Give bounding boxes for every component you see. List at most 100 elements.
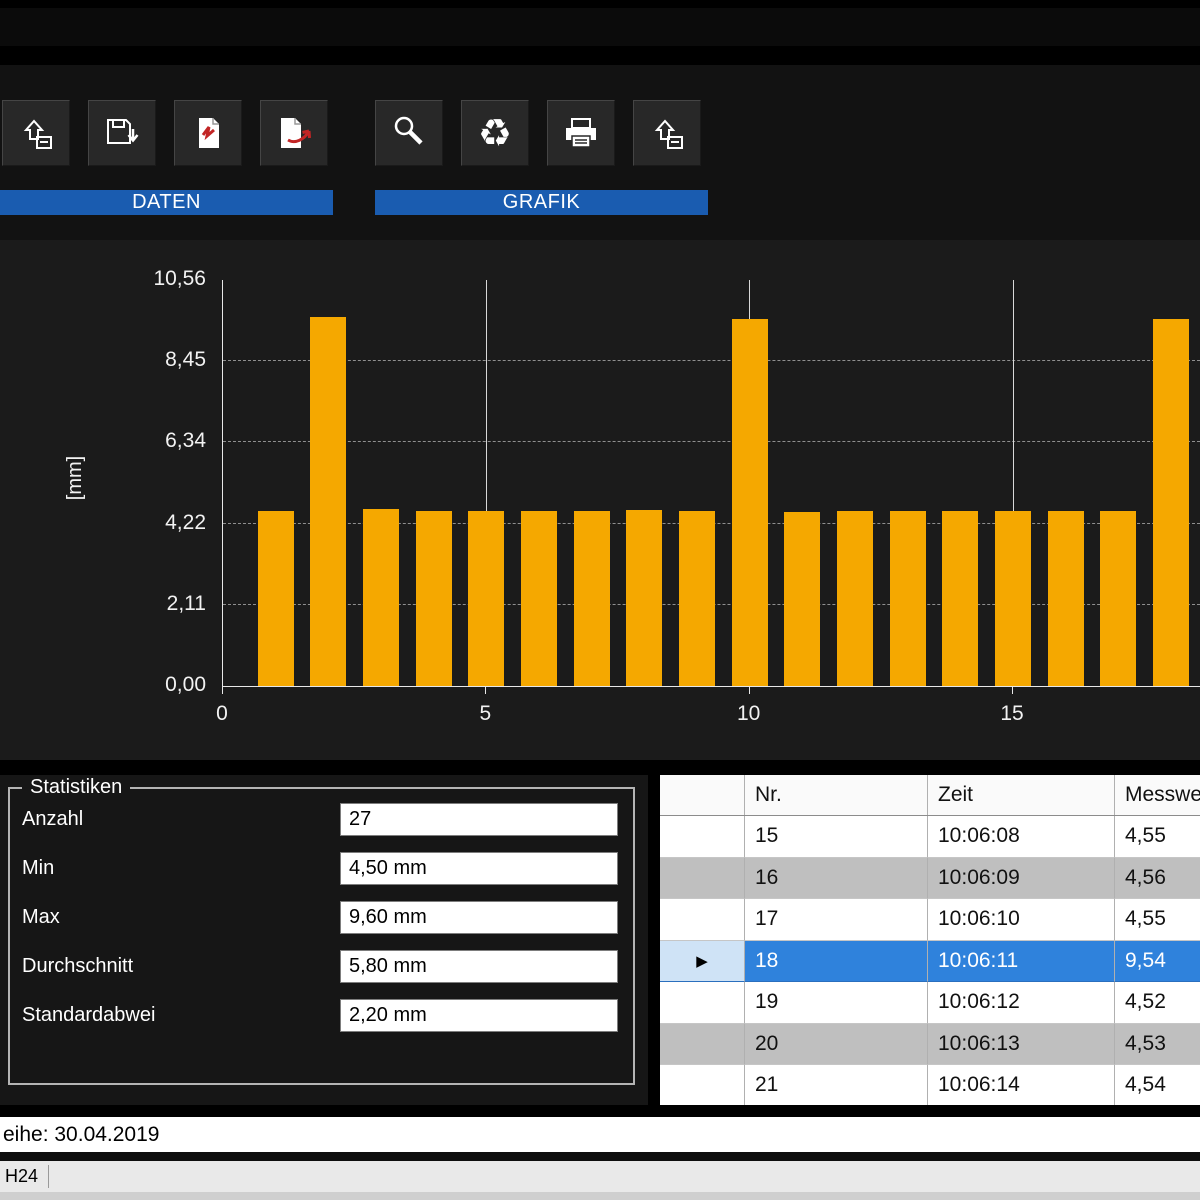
import-icon	[15, 113, 57, 153]
column-header-zeit[interactable]: Zeit	[928, 775, 1115, 815]
import-button[interactable]	[2, 100, 70, 166]
x-tick-mark	[222, 687, 223, 694]
bottom-status-bar: H24	[0, 1161, 1200, 1192]
window-bottom-edge	[0, 1192, 1200, 1200]
table-row-18[interactable]: ▶1810:06:119,54	[660, 941, 1200, 983]
y-axis-labels: 0,002,114,226,348,4510,56	[96, 280, 206, 686]
table-cell: 4,53	[1115, 1024, 1200, 1066]
table-cell: 4,56	[1115, 858, 1200, 900]
chart-bar-9	[679, 511, 715, 686]
stat-value-input[interactable]	[340, 901, 618, 934]
magnifier-icon	[388, 112, 430, 154]
row-selector-cell[interactable]	[660, 982, 745, 1024]
grid-line-horizontal	[223, 441, 1200, 442]
stat-label: Max	[22, 906, 340, 929]
table-cell: 20	[745, 1024, 928, 1066]
table-cell: 17	[745, 899, 928, 941]
row-selector-cell[interactable]	[660, 816, 745, 858]
table-row-20[interactable]: 2010:06:134,53	[660, 1024, 1200, 1066]
table-row-19[interactable]: 1910:06:124,52	[660, 982, 1200, 1024]
stat-row: Durchschnitt	[22, 950, 633, 983]
current-row-marker[interactable]: ▶	[660, 941, 745, 983]
stat-value-input[interactable]	[340, 999, 618, 1032]
table-cell: 18	[745, 941, 928, 983]
row-selector-cell[interactable]	[660, 1024, 745, 1066]
table-cell: 21	[745, 1065, 928, 1105]
column-header-messwert[interactable]: Messwert	[1115, 775, 1200, 815]
export-graphic-button[interactable]	[633, 100, 701, 166]
table-corner-cell	[660, 775, 745, 815]
chart-bar-18	[1153, 319, 1189, 686]
stat-label: Anzahl	[22, 808, 340, 831]
y-tick-label: 6,34	[96, 429, 206, 453]
title-bar-inner	[0, 8, 1200, 46]
refresh-button[interactable]: ♻	[461, 100, 529, 166]
grafik-group-label: GRAFIK	[375, 190, 708, 215]
chart-plot	[222, 280, 1200, 687]
chart-bar-5	[468, 511, 504, 686]
column-header-nr[interactable]: Nr.	[745, 775, 928, 815]
table-row-21[interactable]: 2110:06:144,54	[660, 1065, 1200, 1105]
zoom-button[interactable]	[375, 100, 443, 166]
table-row-17[interactable]: 1710:06:104,55	[660, 899, 1200, 941]
x-tick-label: 5	[455, 702, 515, 726]
table-cell: 19	[745, 982, 928, 1024]
status-bar: eihe: 30.04.2019	[0, 1117, 1200, 1152]
export-document-icon	[187, 113, 229, 153]
measurement-table: Nr.ZeitMesswert 1510:06:084,551610:06:09…	[660, 775, 1200, 1105]
save-icon	[101, 113, 143, 153]
bottom-panels: Statistiken AnzahlMinMaxDurchschnittStan…	[0, 775, 1200, 1105]
chart-bar-11	[784, 512, 820, 686]
stat-row: Anzahl	[22, 803, 633, 836]
x-tick-label: 0	[192, 702, 252, 726]
table-body: 1510:06:084,551610:06:094,561710:06:104,…	[660, 816, 1200, 1105]
table-row-15[interactable]: 1510:06:084,55	[660, 816, 1200, 858]
x-tick-mark	[1012, 687, 1013, 694]
status-divider	[0, 1152, 1200, 1161]
table-cell: 10:06:11	[928, 941, 1115, 983]
chart-bar-8	[626, 510, 662, 686]
table-cell: 16	[745, 858, 928, 900]
stat-value-input[interactable]	[340, 852, 618, 885]
printer-icon	[559, 113, 603, 153]
status-text: eihe: 30.04.2019	[3, 1123, 159, 1147]
stat-value-input[interactable]	[340, 950, 618, 983]
chart-bar-16	[1048, 511, 1084, 686]
chart-bar-15	[995, 511, 1031, 686]
stat-row: Max	[22, 901, 633, 934]
print-button[interactable]	[547, 100, 615, 166]
chart-bar-17	[1100, 511, 1136, 686]
stat-row: Min	[22, 852, 633, 885]
device-label: H24	[5, 1166, 38, 1187]
stat-row: Standardabwei	[22, 999, 633, 1032]
recycle-icon: ♻	[478, 114, 512, 152]
stat-value-input[interactable]	[340, 803, 618, 836]
statistics-fields: Anzahl Min Max Durchschnitt Standardabwei	[10, 789, 633, 1048]
save-button[interactable]	[88, 100, 156, 166]
chart-bar-2	[310, 317, 346, 686]
edit-document-icon	[272, 113, 316, 153]
chart-bar-10	[732, 319, 768, 686]
table-cell: 10:06:09	[928, 858, 1115, 900]
table-cell: 4,55	[1115, 816, 1200, 858]
toolbar: ♻ DATEN GRAF	[0, 65, 1200, 240]
chart-bar-4	[416, 511, 452, 686]
row-selector-cell[interactable]	[660, 858, 745, 900]
table-cell: 10:06:13	[928, 1024, 1115, 1066]
chart-bar-6	[521, 511, 557, 686]
stat-label: Standardabwei	[22, 1004, 340, 1027]
table-cell: 15	[745, 816, 928, 858]
stat-label: Min	[22, 857, 340, 880]
table-cell: 9,54	[1115, 941, 1200, 983]
chart-bar-12	[837, 511, 873, 686]
y-tick-label: 2,11	[96, 592, 206, 616]
grid-line-horizontal	[223, 360, 1200, 361]
y-tick-label: 0,00	[96, 673, 206, 697]
row-selector-cell[interactable]	[660, 1065, 745, 1105]
export-document-button[interactable]	[174, 100, 242, 166]
table-cell: 10:06:08	[928, 816, 1115, 858]
row-selector-cell[interactable]	[660, 899, 745, 941]
edit-document-button[interactable]	[260, 100, 328, 166]
table-row-16[interactable]: 1610:06:094,56	[660, 858, 1200, 900]
title-bar	[0, 0, 1200, 65]
